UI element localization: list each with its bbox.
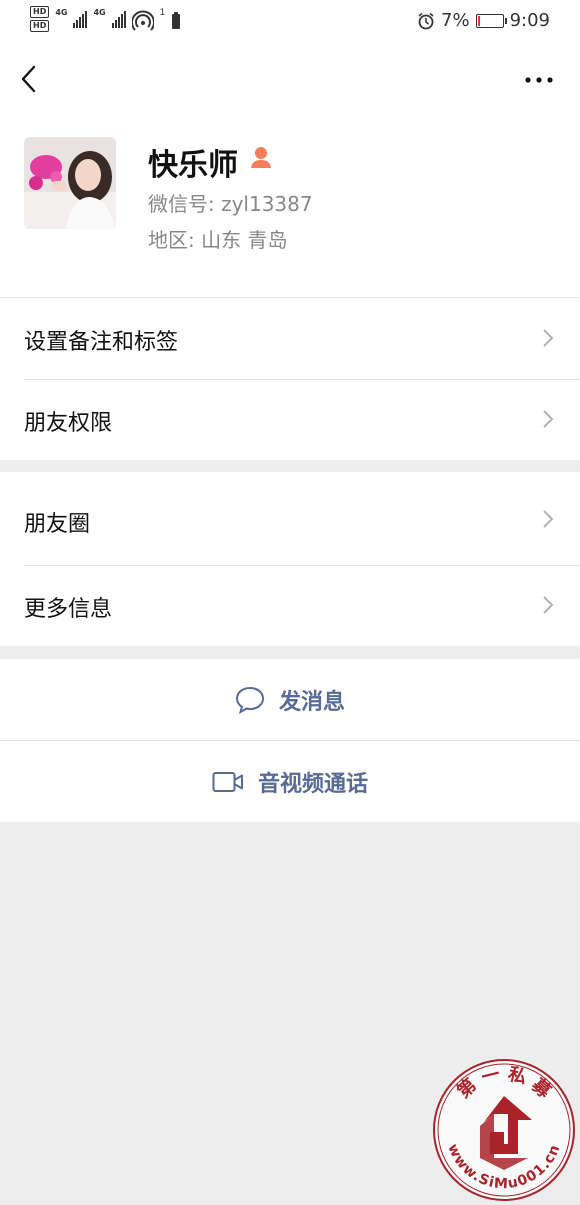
- send-message-button[interactable]: 发消息: [0, 659, 580, 740]
- signal-icon: [111, 10, 126, 28]
- row-friend-permissions[interactable]: 朋友权限: [0, 379, 580, 460]
- signal-icon: [73, 10, 88, 28]
- chevron-right-icon: [543, 329, 554, 347]
- network-type-1: 4G: [55, 8, 68, 17]
- avatar[interactable]: [24, 137, 116, 229]
- wechat-id: 微信号: zyl13387: [148, 192, 313, 216]
- status-right: 7% 9:09: [417, 10, 550, 31]
- alarm-icon: [418, 12, 434, 29]
- row-remark-tags[interactable]: 设置备注和标签: [0, 297, 580, 379]
- clock-time: 9:09: [509, 10, 550, 31]
- row-more-info[interactable]: 更多信息: [0, 565, 580, 646]
- divider: [24, 565, 580, 566]
- battery-icon: [475, 13, 507, 28]
- row-label: 设置备注和标签: [24, 330, 179, 355]
- row-label: 更多信息: [24, 597, 113, 622]
- video-call-label: 音视频通话: [257, 771, 368, 797]
- settings-group-2: 朋友圈 更多信息: [0, 472, 580, 646]
- chevron-right-icon: [543, 596, 554, 614]
- video-call-button[interactable]: 音视频通话: [0, 740, 580, 822]
- settings-group-1: 设置备注和标签 朋友权限: [0, 297, 580, 460]
- chevron-left-icon[interactable]: [18, 64, 42, 94]
- row-label: 朋友圈: [24, 512, 91, 537]
- region: 地区: 山东 青岛: [148, 228, 288, 252]
- video-call-icon: [212, 771, 243, 792]
- chevron-right-icon: [543, 410, 554, 428]
- row-moments[interactable]: 朋友圈: [0, 472, 580, 565]
- status-bar: HD HD 4G 4G 1 7% 9:09: [0, 0, 580, 44]
- female-user-icon: [251, 147, 271, 168]
- sim1-badge: HD: [30, 6, 50, 18]
- row-label: 朋友权限: [24, 411, 113, 436]
- battery-percent: 7%: [441, 10, 470, 31]
- battery-saver-icon: [172, 12, 181, 29]
- send-message-label: 发消息: [278, 689, 345, 715]
- chevron-right-icon: [543, 510, 554, 528]
- action-group: 发消息 音视频通话: [0, 659, 580, 822]
- divider: [24, 379, 580, 380]
- profile-header: HD HD 4G 4G 1 7% 9:09 快乐师 微信号: zyl13387 …: [0, 0, 580, 297]
- status-left: HD HD 4G 4G 1: [30, 6, 181, 32]
- hotspot-icon: [131, 10, 154, 31]
- network-type-2: 4G: [93, 8, 106, 17]
- sim2-badge: HD: [30, 20, 50, 32]
- chat-bubble-icon: [235, 686, 264, 714]
- hotspot-count: 1: [159, 8, 166, 18]
- watermark-stamp: 第 一 私 募 www.SiMu001.cn: [433, 1059, 575, 1201]
- nickname: 快乐师: [148, 148, 238, 183]
- more-dots-icon[interactable]: [524, 70, 554, 90]
- sim-badges: HD HD: [30, 6, 50, 32]
